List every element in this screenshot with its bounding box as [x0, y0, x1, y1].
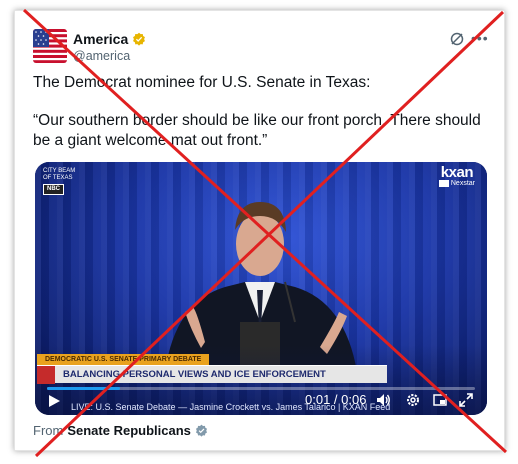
play-icon[interactable]	[47, 394, 61, 408]
speaker-figure	[165, 202, 357, 372]
verified-badge-icon	[133, 32, 146, 46]
fullscreen-icon[interactable]	[459, 393, 473, 407]
logo-small-text: CITY BEAM OF TEXAS	[43, 168, 76, 181]
tweet-card[interactable]: America @america ••• The Democrat nomine…	[14, 10, 505, 451]
video-player[interactable]: CITY BEAM OF TEXAS NBC kxan Nexstar DEMO…	[35, 162, 487, 415]
lower-third-tab	[37, 366, 55, 384]
volume-icon[interactable]	[375, 392, 391, 408]
lower-third-main: BALANCING PERSONAL VIEWS AND ICE ENFORCE…	[37, 365, 387, 384]
name-row: America	[73, 31, 146, 47]
display-name[interactable]: America	[73, 31, 128, 47]
tweet-line-1: The Democrat nominee for U.S. Senate in …	[33, 74, 371, 91]
logo-box: NBC	[43, 184, 64, 195]
pip-icon[interactable]	[433, 393, 447, 407]
time-display: 0:01 / 0:06	[305, 392, 367, 407]
broadcast-logo-left: CITY BEAM OF TEXAS NBC	[43, 168, 83, 195]
tweet-line-2: “Our southern border should be like our …	[33, 112, 481, 149]
source-attribution: From Senate Republicans	[33, 423, 208, 438]
progress-bar[interactable]	[47, 387, 475, 390]
gray-verified-icon	[195, 424, 207, 437]
avatar[interactable]	[33, 29, 67, 63]
lower-third-text: BALANCING PERSONAL VIEWS AND ICE ENFORCE…	[63, 369, 326, 380]
network-name: Nexstar	[450, 180, 475, 187]
network-logo: Nexstar	[438, 180, 475, 187]
tweet-text: The Democrat nominee for U.S. Senate in …	[33, 73, 493, 169]
account-handle[interactable]: @america	[73, 49, 130, 63]
nexstar-icon	[438, 180, 449, 187]
us-flag-icon	[33, 29, 67, 63]
source-name[interactable]: Senate Republicans	[67, 423, 191, 438]
settings-icon[interactable]	[405, 392, 421, 408]
station-logo: kxan	[440, 164, 474, 181]
more-icon[interactable]: •••	[471, 31, 489, 45]
lower-third-top: DEMOCRATIC U.S. SENATE PRIMARY DEBATE	[37, 354, 210, 365]
progress-fill	[47, 387, 120, 390]
from-label: From	[33, 423, 64, 438]
grok-icon[interactable]	[449, 31, 465, 47]
